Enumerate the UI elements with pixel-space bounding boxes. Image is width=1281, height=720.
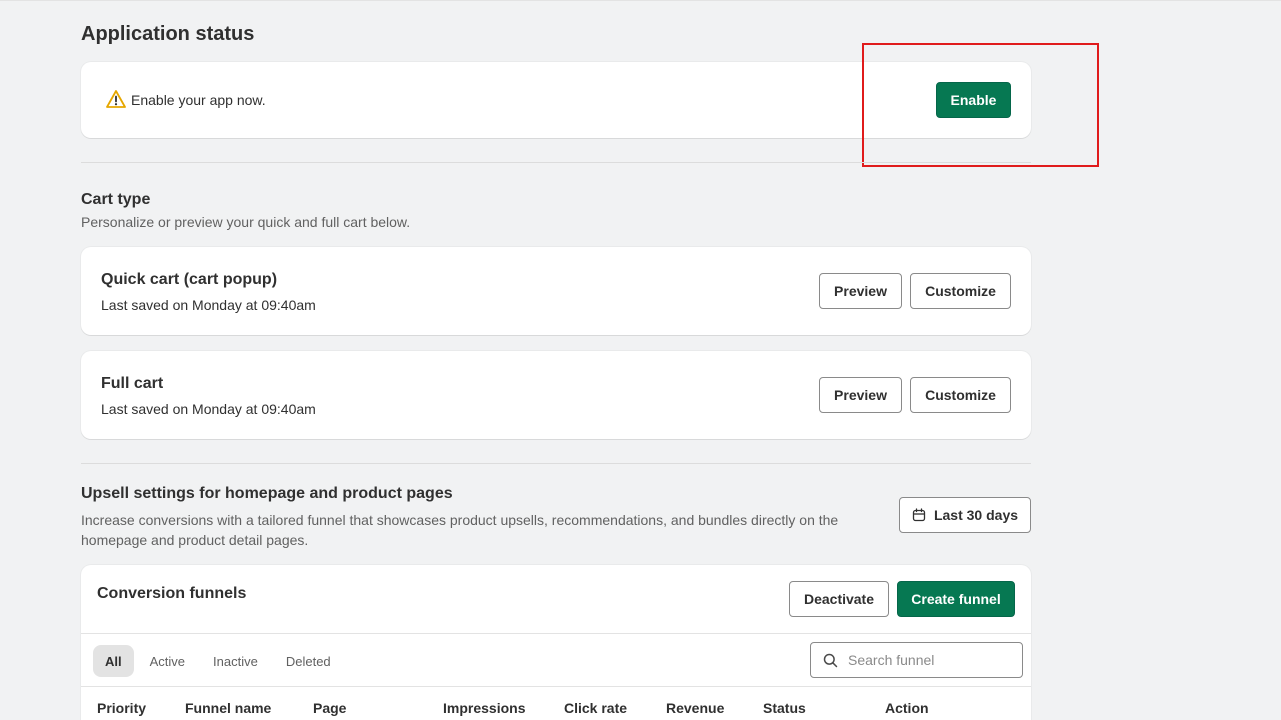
- card-divider: [81, 633, 1031, 634]
- upsell-description-line1: Increase conversions with a tailored fun…: [81, 512, 839, 528]
- search-icon: [823, 653, 838, 667]
- column-header[interactable]: Click rate: [564, 700, 627, 716]
- funnel-filter-tabs: All Active Inactive Deleted: [93, 645, 343, 677]
- column-header[interactable]: Revenue: [666, 700, 724, 716]
- conversion-funnels-card: Conversion funnels Deactivate Create fun…: [81, 565, 1031, 720]
- column-header[interactable]: Impressions: [443, 700, 525, 716]
- column-header[interactable]: Action: [885, 700, 929, 716]
- funnels-title: Conversion funnels: [97, 585, 247, 602]
- annotation-highlight-box: [862, 43, 1099, 167]
- tab-inactive[interactable]: Inactive: [201, 645, 270, 677]
- upsell-title: Upsell settings for homepage and product…: [81, 485, 453, 502]
- create-funnel-button[interactable]: Create funnel: [897, 581, 1015, 617]
- cart-last-saved: Last saved on Monday at 09:40am: [101, 401, 316, 417]
- app-page: Application status Enable your app now. …: [0, 0, 1281, 720]
- cart-name: Quick cart (cart popup): [101, 271, 278, 288]
- table-header: Priority Funnel name Page Impressions Cl…: [81, 686, 1031, 720]
- calendar-icon: [912, 508, 926, 522]
- application-status-title: Application status: [81, 23, 255, 45]
- section-divider: [81, 463, 1031, 464]
- search-field[interactable]: [810, 642, 1023, 678]
- customize-button[interactable]: Customize: [910, 377, 1011, 413]
- preview-button[interactable]: Preview: [819, 377, 902, 413]
- customize-button[interactable]: Customize: [910, 273, 1011, 309]
- date-range-label: Last 30 days: [933, 507, 1019, 523]
- warning-icon: [106, 90, 126, 108]
- cart-type-title: Cart type: [81, 191, 151, 208]
- column-header[interactable]: Page: [313, 700, 346, 716]
- tab-deleted[interactable]: Deleted: [274, 645, 343, 677]
- cart-last-saved: Last saved on Monday at 09:40am: [101, 297, 316, 313]
- column-header[interactable]: Status: [763, 700, 806, 716]
- tab-all[interactable]: All: [93, 645, 134, 677]
- quick-cart-card: Quick cart (cart popup) Last saved on Mo…: [81, 247, 1031, 335]
- preview-button[interactable]: Preview: [819, 273, 902, 309]
- cart-type-subtitle: Personalize or preview your quick and fu…: [81, 214, 411, 230]
- cart-name: Full cart: [101, 375, 164, 392]
- tab-active[interactable]: Active: [138, 645, 197, 677]
- deactivate-button[interactable]: Deactivate: [789, 581, 889, 617]
- warning-text: Enable your app now.: [131, 92, 266, 108]
- upsell-description-line2: homepage and product detail pages.: [81, 532, 309, 548]
- section-divider: [81, 162, 1031, 163]
- column-header[interactable]: Priority: [97, 700, 146, 716]
- date-range-button[interactable]: Last 30 days: [899, 497, 1031, 533]
- search-input[interactable]: [848, 652, 1008, 668]
- column-header[interactable]: Funnel name: [185, 700, 271, 716]
- full-cart-card: Full cart Last saved on Monday at 09:40a…: [81, 351, 1031, 439]
